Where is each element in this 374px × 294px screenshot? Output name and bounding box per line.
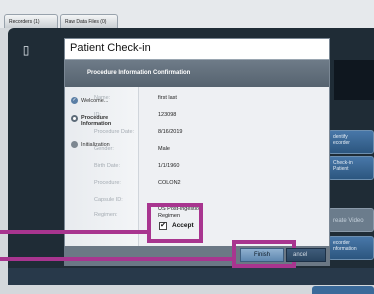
tab-bar: Recorders (1) Raw Data Files (0) [0, 0, 374, 28]
identify-line2: ecorder [333, 140, 350, 146]
create-video-button[interactable]: reate Video [328, 208, 374, 232]
tab-recorders[interactable]: Recorders (1) [4, 14, 58, 28]
tab-raw-data-files[interactable]: Raw Data Files (0) [60, 14, 118, 28]
current-step-icon [71, 115, 78, 122]
step-procedure-information: Procedure Information [71, 115, 111, 127]
procedure-date-value: 8/16/2019 [158, 129, 183, 135]
accept-checkbox[interactable]: ✔ [159, 222, 167, 230]
procedure-label: Procedure: [94, 180, 121, 186]
accept-label: Accept [172, 222, 194, 229]
checkin-line2: Patient [333, 166, 349, 172]
gender-value: Male [158, 146, 170, 152]
step-procedure-line2: Information [81, 121, 112, 127]
capsule-id-label: Capsule ID: [94, 197, 123, 203]
callout-line-finish [0, 257, 232, 261]
identify-recorder-button[interactable]: dentify ecorder [328, 130, 374, 154]
pending-step-icon [71, 141, 78, 148]
callout-line-accept [0, 230, 147, 234]
procedure-date-label: Procedure Date: [94, 129, 135, 135]
preview-area [334, 60, 374, 100]
birth-date-value: 1/1/1960 [158, 163, 180, 169]
banner-text: Procedure Information Confirmation [87, 70, 191, 76]
app-window: Recorders (1) Raw Data Files (0) ▯ denti… [0, 0, 374, 294]
name-value: first last [158, 95, 177, 101]
check-in-patient-button[interactable]: Check-in Patient [328, 156, 374, 180]
check-icon: ✓ [71, 97, 78, 104]
bottom-action-button[interactable] [312, 286, 374, 294]
id-value: 123098 [158, 112, 177, 118]
wizard-steps: ✓ Welcome... Procedure Information Initial… [65, 87, 139, 265]
recorder-information-button[interactable]: ecorder nformation [328, 236, 374, 260]
dialog-banner: Procedure Information Confirmation [65, 59, 329, 87]
finish-button[interactable]: Finish [240, 248, 284, 262]
cancel-button[interactable]: ancel [286, 248, 326, 262]
recorder-device-icon: ▯ [22, 43, 30, 57]
id-label: ID: [94, 112, 102, 118]
gender-label: Gender: [94, 146, 114, 152]
dialog-title: Patient Check-in [65, 39, 329, 59]
bottom-strip [8, 268, 374, 285]
procedure-value: COLON2 [158, 180, 181, 186]
recinfo-line2: nformation [333, 246, 357, 252]
birth-date-label: Birth Date: [94, 163, 120, 169]
name-label: Name: [94, 95, 111, 101]
regimen-label: Regimen: [94, 212, 118, 218]
